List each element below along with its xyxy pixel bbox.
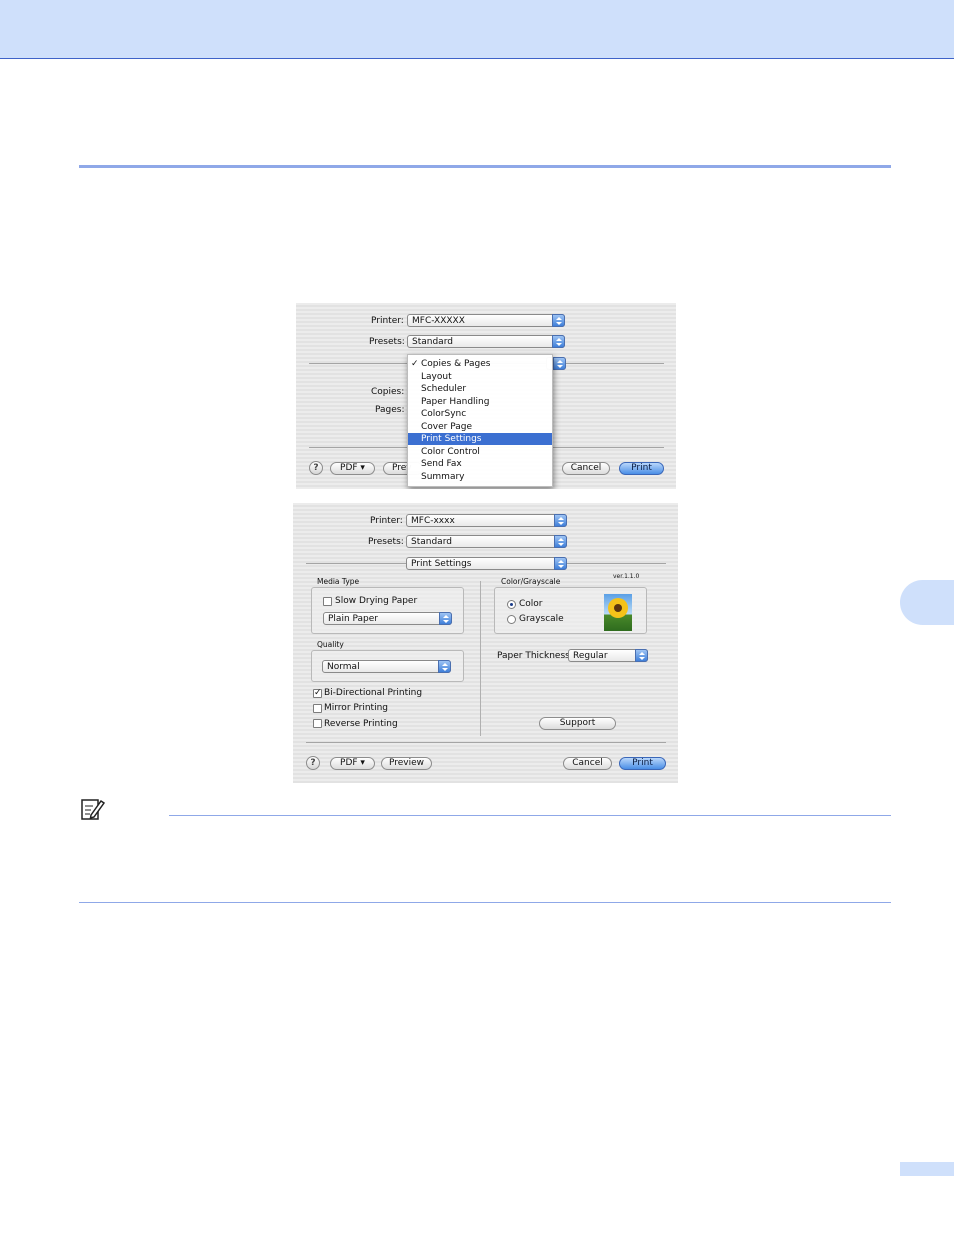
quality-value: Normal [327, 662, 360, 672]
popup-arrows-icon [552, 335, 565, 348]
note-bottom-rule [79, 902, 891, 903]
color-radio[interactable] [507, 600, 516, 609]
popup-arrows-icon [554, 535, 567, 548]
menu-item-scheduler[interactable]: Scheduler [408, 383, 552, 395]
sunflower-petals [608, 598, 628, 618]
pdf-button[interactable]: PDF ▾ [330, 757, 375, 770]
printer-popup[interactable]: MFC-xxxx [406, 514, 567, 527]
help-button[interactable]: ? [306, 756, 320, 770]
color-label: Color [519, 599, 543, 609]
printer-popup[interactable]: MFC-XXXXX [407, 314, 565, 327]
copies-label: Copies: [371, 387, 405, 397]
sunflower-center [614, 604, 622, 612]
menu-item-label: Copies & Pages [421, 359, 491, 369]
menu-item-color-control[interactable]: Color Control [408, 446, 552, 458]
popup-arrows-icon [635, 649, 648, 662]
slow-drying-checkbox[interactable] [323, 597, 332, 606]
presets-popup[interactable]: Standard [407, 335, 565, 348]
menu-item-send-fax[interactable]: Send Fax [408, 458, 552, 470]
media-type-popup[interactable]: Plain Paper [323, 612, 452, 625]
reverse-label: Reverse Printing [324, 719, 398, 729]
paper-thickness-popup[interactable]: Regular [568, 649, 648, 662]
version-label: ver.1.1.0 [613, 573, 640, 580]
bidirectional-checkbox[interactable]: ✓ [313, 689, 322, 698]
quality-label: Quality [317, 640, 344, 649]
menu-item-summary[interactable]: Summary [408, 471, 552, 483]
checkmark-icon: ✓ [411, 359, 419, 369]
print-button[interactable]: Print [619, 757, 666, 770]
menu-item-copies-pages[interactable]: ✓ Copies & Pages [408, 358, 552, 370]
bidirectional-label: Bi-Directional Printing [324, 688, 423, 698]
separator-line [306, 742, 666, 743]
presets-label: Presets: [369, 337, 405, 347]
media-type-value: Plain Paper [328, 614, 378, 624]
color-grayscale-label: Color/Grayscale [501, 577, 561, 586]
popup-arrows-icon [439, 612, 452, 625]
popup-arrows-icon [552, 314, 565, 327]
popup-arrows-icon [554, 514, 567, 527]
menu-item-paper-handling[interactable]: Paper Handling [408, 396, 552, 408]
help-button[interactable]: ? [309, 461, 323, 475]
panel-value: Print Settings [411, 559, 472, 569]
menu-item-print-settings[interactable]: Print Settings [408, 433, 552, 445]
printer-value: MFC-xxxx [411, 516, 455, 526]
note-top-rule [169, 815, 891, 816]
mirror-checkbox[interactable] [313, 704, 322, 713]
menu-item-colorsync[interactable]: ColorSync [408, 408, 552, 420]
cancel-button[interactable]: Cancel [563, 757, 612, 770]
print-button[interactable]: Print [619, 462, 664, 475]
menu-item-label: Color Control [421, 446, 480, 457]
paper-thickness-label: Paper Thickness: [497, 651, 573, 661]
menu-item-label: Print Settings [421, 434, 482, 444]
support-button[interactable]: Support [539, 717, 616, 730]
presets-popup[interactable]: Standard [406, 535, 567, 548]
pages-label: Pages: [375, 405, 405, 415]
preview-button[interactable]: Preview [381, 757, 432, 770]
popup-arrows-icon [553, 357, 566, 370]
menu-item-label: ColorSync [421, 409, 467, 419]
section-rule [79, 165, 891, 168]
quality-popup[interactable]: Normal [322, 660, 451, 673]
presets-value: Standard [411, 537, 452, 547]
grayscale-radio[interactable] [507, 615, 516, 624]
mirror-label: Mirror Printing [324, 703, 388, 713]
pdf-button[interactable]: PDF ▾ [330, 462, 375, 475]
presets-value: Standard [412, 337, 453, 347]
popup-arrows-icon [438, 660, 451, 673]
chapter-side-tab [900, 580, 954, 625]
printer-label: Printer: [370, 516, 403, 526]
panel-dropdown-menu: ✓ Copies & Pages Layout Scheduler Paper … [407, 354, 553, 487]
popup-arrows-icon [554, 557, 567, 570]
printer-value: MFC-XXXXX [412, 316, 465, 326]
grayscale-label: Grayscale [519, 614, 564, 624]
menu-item-label: Paper Handling [421, 396, 490, 407]
menu-item-layout[interactable]: Layout [408, 371, 552, 383]
presets-label: Presets: [368, 537, 404, 547]
menu-item-label: Summary [421, 471, 465, 482]
menu-item-label: Scheduler [421, 384, 467, 394]
slow-drying-label: Slow Drying Paper [335, 596, 418, 606]
page-number-tab [900, 1162, 954, 1176]
reverse-checkbox[interactable] [313, 719, 322, 728]
column-divider [480, 581, 481, 736]
cancel-button[interactable]: Cancel [562, 462, 610, 475]
menu-item-label: Layout [421, 371, 452, 382]
print-dialog-menu-screenshot: Printer: MFC-XXXXX Presets: Standard Cop… [296, 303, 676, 489]
printer-label: Printer: [371, 316, 404, 326]
paper-thickness-value: Regular [573, 651, 608, 661]
panel-popup[interactable]: Print Settings [406, 557, 567, 570]
menu-item-cover-page[interactable]: Cover Page [408, 421, 552, 433]
media-type-group [311, 587, 464, 634]
media-type-label: Media Type [317, 577, 360, 586]
menu-item-label: Cover Page [421, 421, 473, 432]
menu-item-label: Send Fax [421, 459, 462, 469]
print-settings-screenshot: Printer: MFC-xxxx Presets: Standard Prin… [293, 503, 678, 783]
sunflower-preview-image [604, 594, 632, 631]
note-pencil-icon [81, 799, 105, 820]
page-header-band [0, 0, 954, 59]
